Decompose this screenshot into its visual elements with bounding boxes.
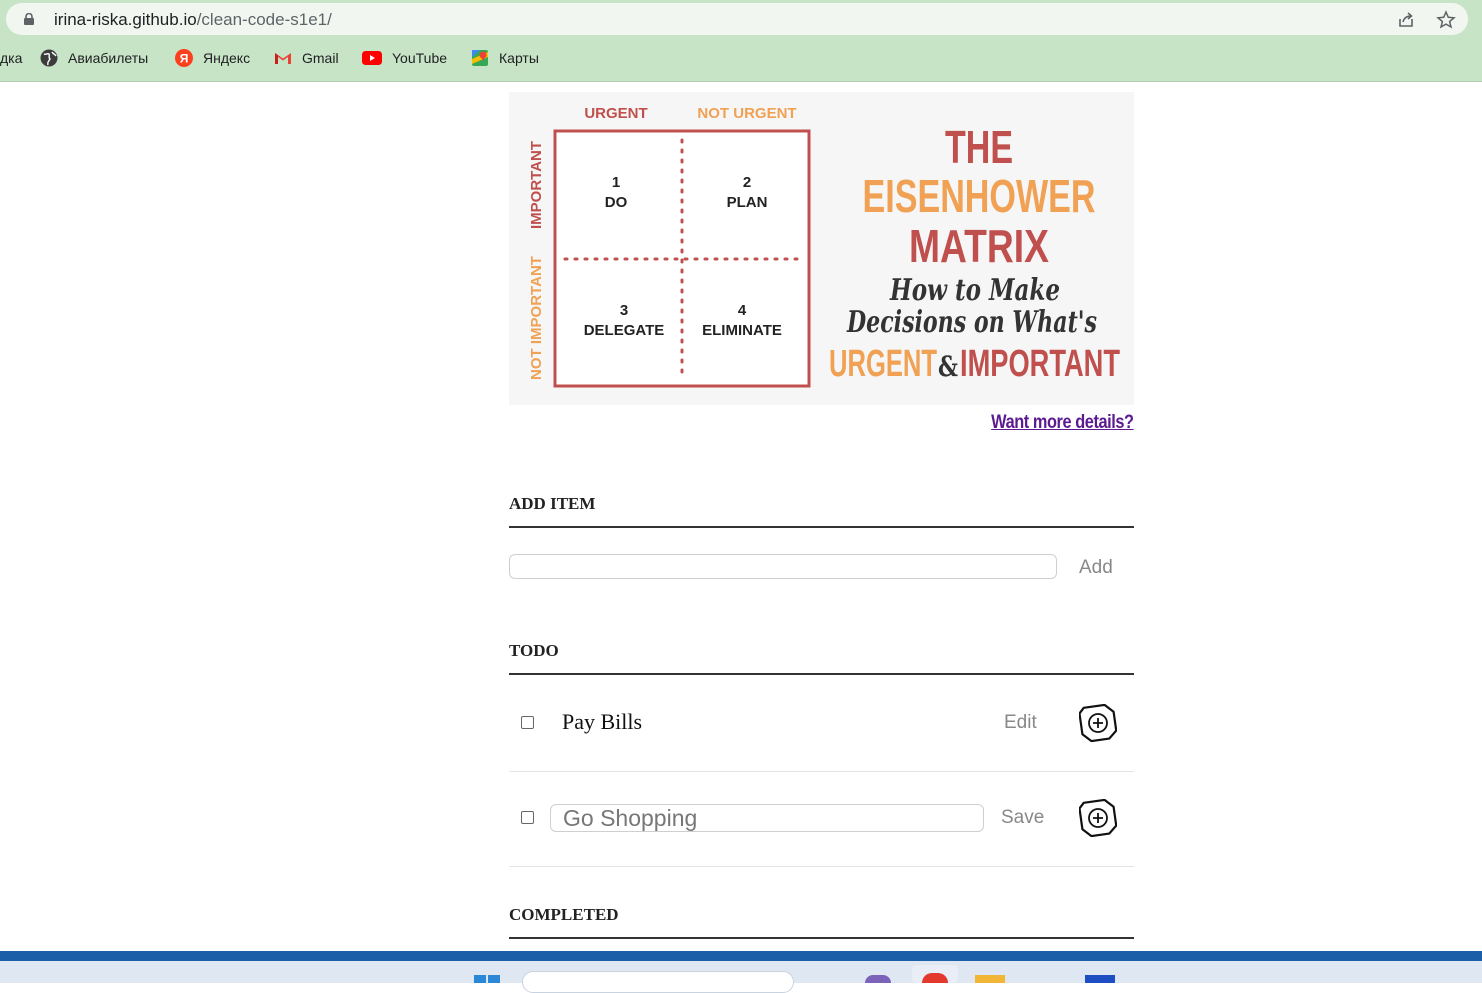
matrix-graphic: URGENT NOT URGENT IMPORTANT NOT IMPORTAN… — [528, 105, 1120, 388]
todo-checkbox[interactable] — [521, 716, 534, 729]
title-line-2: EISENHOWER — [863, 170, 1096, 222]
subtitle-urgent: URGENT — [829, 343, 937, 385]
star-icon[interactable] — [1436, 10, 1456, 30]
os-taskbar — [0, 961, 1482, 993]
youtube-icon — [362, 51, 382, 65]
app-icon[interactable] — [865, 975, 891, 983]
globe-icon — [40, 49, 58, 67]
tag-add-icon[interactable] — [1079, 799, 1117, 837]
q2-number: 2 — [743, 174, 751, 191]
bookmark-1[interactable]: дка — [0, 44, 22, 72]
q1-label: DO — [605, 194, 628, 211]
bookmark-youtube[interactable]: YouTube — [362, 44, 447, 72]
todo-heading: TODO — [509, 641, 1134, 675]
new-task-input[interactable] — [509, 554, 1057, 579]
subtitle-line-2: Decisions on What's — [846, 305, 1097, 340]
q3-number: 3 — [620, 302, 628, 319]
bookmark-label: Gmail — [302, 50, 339, 66]
bookmark-aviabilety[interactable]: Авиабилеты — [40, 44, 148, 72]
q4-label: ELIMINATE — [702, 322, 782, 339]
active-app-slot[interactable] — [912, 965, 958, 983]
taskbar-search[interactable] — [522, 971, 794, 993]
save-button[interactable]: Save — [1001, 807, 1044, 829]
address-bar[interactable]: irina-riska.github.io/clean-code-s1e1/ — [6, 3, 1468, 35]
todo-item: Pay Bills Edit — [509, 676, 1134, 772]
windows-start-icon[interactable] — [474, 975, 500, 983]
todo-checkbox[interactable] — [521, 811, 534, 824]
browser-toolbar: irina-riska.github.io/clean-code-s1e1/ д… — [0, 0, 1482, 82]
bookmark-label: Яндекс — [203, 50, 251, 66]
row-not-important-label: NOT IMPORTANT — [528, 256, 545, 380]
app-icon[interactable] — [1085, 975, 1115, 983]
folder-icon[interactable] — [975, 975, 1005, 983]
bookmark-label: дка — [0, 50, 23, 66]
bookmark-label: YouTube — [392, 50, 448, 66]
title-line-3: MATRIX — [909, 220, 1049, 272]
want-more-details-link[interactable]: Want more details? — [992, 412, 1135, 434]
q2-label: PLAN — [727, 194, 768, 211]
lock-icon[interactable] — [24, 13, 34, 25]
bookmark-label: Карты — [499, 50, 539, 66]
subtitle-line-1: How to Make — [889, 273, 1060, 308]
bookmark-maps[interactable]: Карты — [471, 44, 539, 72]
url-text[interactable]: irina-riska.github.io/clean-code-s1e1/ — [54, 10, 332, 30]
eisenhower-matrix-image: URGENT NOT URGENT IMPORTANT NOT IMPORTAN… — [509, 92, 1134, 405]
window-bottom-edge — [0, 951, 1482, 961]
chrome-icon — [922, 973, 948, 983]
yandex-icon: Я — [175, 49, 193, 67]
svg-text:Я: Я — [180, 52, 189, 66]
todo-item-editing: Go Shopping Save — [509, 771, 1134, 867]
url-host: irina-riska.github.io — [54, 10, 197, 29]
row-important-label: IMPORTANT — [528, 141, 545, 229]
bookmark-gmail[interactable]: Gmail — [274, 44, 339, 72]
add-item-heading: ADD ITEM — [509, 494, 1134, 528]
add-button[interactable]: Add — [1079, 557, 1113, 579]
completed-heading: COMPLETED — [509, 905, 1134, 939]
title-line-1: THE — [945, 121, 1013, 173]
maps-icon — [472, 50, 488, 66]
q4-number: 4 — [738, 302, 747, 319]
gmail-icon — [275, 53, 291, 64]
edit-button[interactable]: Edit — [1004, 712, 1037, 734]
bookmark-label: Авиабилеты — [68, 50, 149, 66]
subtitle-important: IMPORTANT — [960, 343, 1120, 385]
share-icon[interactable] — [1396, 10, 1416, 30]
bookmarks-bar: дка Авиабилеты Я Яндекс Gmail YouTube Ка… — [0, 44, 1482, 72]
url-path: /clean-code-s1e1/ — [196, 10, 332, 29]
col-not-urgent-label: NOT URGENT — [697, 105, 796, 122]
todo-item-label: Pay Bills — [562, 709, 643, 734]
tag-add-icon[interactable] — [1079, 704, 1117, 742]
subtitle-ampersand: & — [938, 350, 958, 383]
bookmark-yandex[interactable]: Я Яндекс — [175, 44, 250, 72]
q3-label: DELEGATE — [584, 322, 665, 339]
todo-edit-input[interactable]: Go Shopping — [550, 804, 984, 832]
col-urgent-label: URGENT — [584, 105, 647, 122]
q1-number: 1 — [612, 174, 620, 191]
